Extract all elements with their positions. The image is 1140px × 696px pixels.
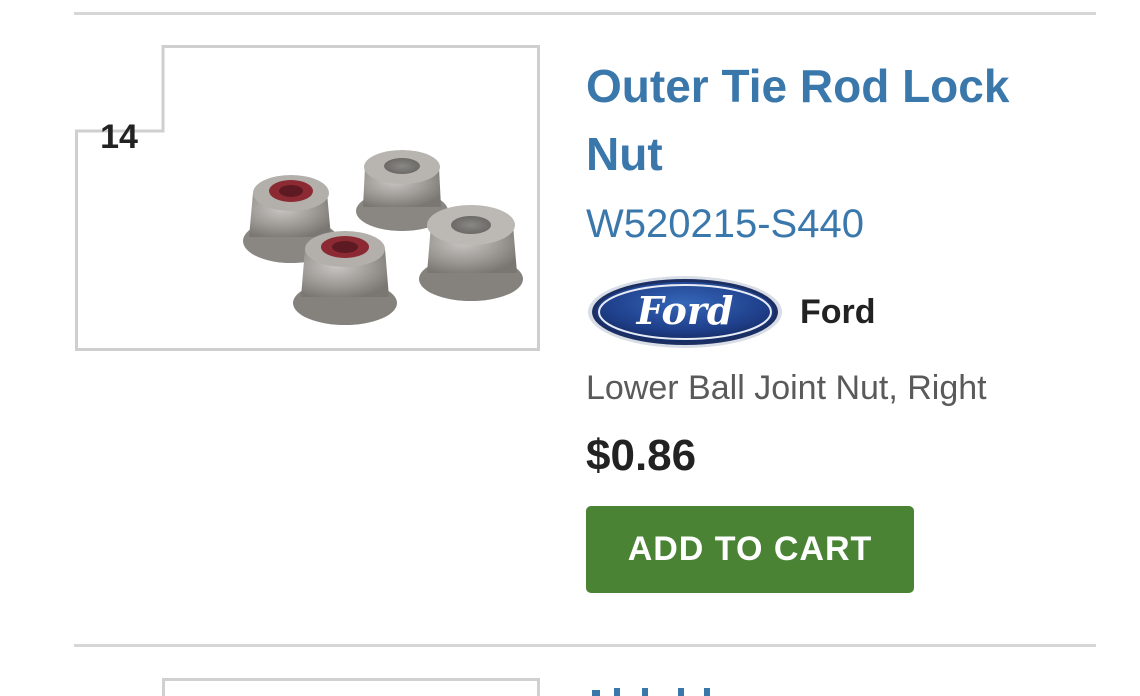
add-to-cart-button[interactable]: ADD TO CART xyxy=(586,506,914,593)
product-image-frame[interactable]: 14 xyxy=(75,45,540,351)
nut-3 xyxy=(293,231,397,325)
nut-4 xyxy=(419,205,523,301)
ford-logo-text: Ford xyxy=(636,288,734,333)
top-divider xyxy=(74,12,1096,15)
item-index-number: 14 xyxy=(100,118,138,156)
brand-row: Ford Ford xyxy=(586,274,1106,350)
bottom-divider xyxy=(74,644,1096,647)
product-description: Lower Ball Joint Nut, Right xyxy=(586,369,987,407)
lock-nuts-photo[interactable] xyxy=(227,133,547,343)
product-info: Outer Tie Rod Lock Nut W520215-S440 Ford… xyxy=(586,52,1106,593)
next-item-image-frame[interactable] xyxy=(162,678,540,696)
product-list-page: 14 Outer Tie Rod Lock Nut W520215-S440 F… xyxy=(0,0,1140,696)
part-number-link[interactable]: W520215-S440 xyxy=(586,198,1106,250)
brand-name: Ford xyxy=(800,292,876,331)
next-item-title-peek xyxy=(592,688,710,696)
ford-oval-logo: Ford xyxy=(588,276,782,348)
product-title-link[interactable]: Outer Tie Rod Lock Nut xyxy=(586,52,1086,188)
product-price: $0.86 xyxy=(586,431,697,480)
